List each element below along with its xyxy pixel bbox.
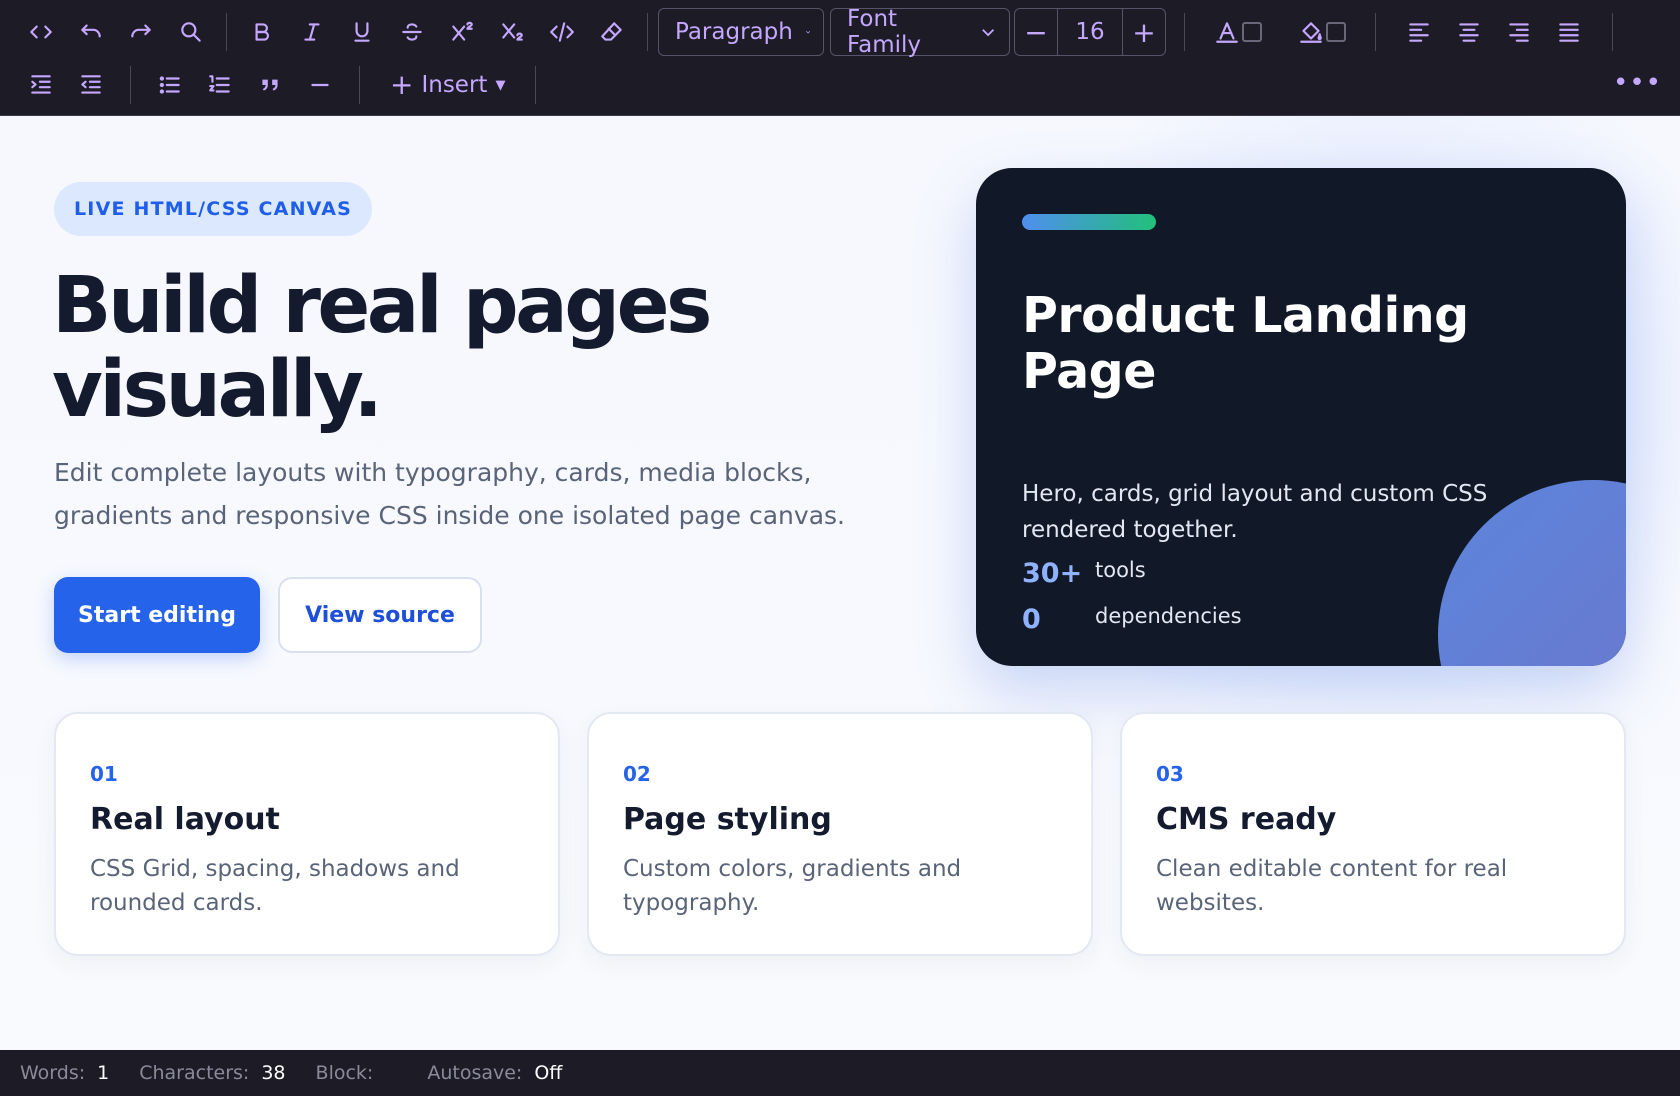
start-editing-button[interactable]: Start editing (54, 577, 260, 653)
align-center-icon[interactable] (1444, 10, 1494, 54)
insert-menu-button[interactable]: + Insert ▼ (374, 63, 521, 107)
showcase-title: Product Landing Page (1022, 287, 1469, 400)
undo-icon[interactable] (66, 10, 116, 54)
feature-number: 01 (90, 762, 118, 786)
page-canvas[interactable]: LIVE HTML/CSS CANVAS Build real pages vi… (0, 116, 1680, 1050)
feature-number: 03 (1156, 762, 1184, 786)
bold-icon[interactable] (237, 10, 287, 54)
showcase-card: Product Landing Page Hero, cards, grid l… (976, 168, 1626, 666)
bullet-list-icon[interactable] (145, 63, 195, 107)
toolbar-row-1: Paragraph Font Family − 16 + (0, 6, 1680, 58)
highlight-color-swatch (1326, 22, 1346, 42)
strikethrough-icon[interactable] (387, 10, 437, 54)
outdent-icon[interactable] (66, 63, 116, 107)
toolbar-row-2: + Insert ▼ (0, 59, 1680, 111)
search-icon[interactable] (166, 10, 216, 54)
underline-icon[interactable] (337, 10, 387, 54)
font-size-stepper: − 16 + (1014, 8, 1166, 56)
autosave-value[interactable]: Off (534, 1062, 562, 1084)
align-left-icon[interactable] (1394, 10, 1444, 54)
plus-icon: + (390, 68, 414, 101)
feature-text: Custom colors, gradients and typography. (623, 856, 962, 916)
editor-toolbar: Paragraph Font Family − 16 + + Insert ▼ … (0, 0, 1680, 116)
eyebrow-badge: LIVE HTML/CSS CANVAS (54, 182, 373, 236)
insert-label: Insert (421, 72, 488, 98)
decrease-font-size-button[interactable]: − (1015, 9, 1057, 55)
font-family-select[interactable]: Font Family (830, 6, 1010, 58)
text-color-button[interactable] (1203, 10, 1273, 54)
feature-title: Page styling (623, 802, 832, 837)
highlight-color-button[interactable] (1287, 10, 1357, 54)
numbered-list-icon[interactable] (195, 63, 245, 107)
feature-text: CSS Grid, spacing, shadows and rounded c… (90, 856, 460, 916)
toolbar-divider (1612, 13, 1613, 51)
feature-text: Clean editable content for real websites… (1156, 856, 1508, 916)
font-size-input[interactable]: 16 (1057, 9, 1123, 55)
indent-icon[interactable] (16, 63, 66, 107)
view-source-button[interactable]: View source (278, 577, 482, 653)
more-options-button[interactable]: ••• (1613, 68, 1662, 98)
caret-down-icon: ▼ (495, 77, 506, 93)
stat-value: 30+ (1022, 558, 1083, 589)
block-format-select[interactable]: Paragraph (658, 8, 824, 56)
horizontal-rule-icon[interactable] (295, 63, 345, 107)
toolbar-divider (359, 66, 360, 104)
feature-card: 03 CMS ready Clean editable content for … (1120, 712, 1626, 956)
italic-icon[interactable] (287, 10, 337, 54)
toolbar-divider (1184, 13, 1185, 51)
characters-count: 38 (261, 1062, 286, 1084)
hero-lead: Edit complete layouts with typography, c… (54, 458, 845, 530)
stat-label: dependencies (1095, 604, 1242, 628)
feature-number: 02 (623, 762, 651, 786)
chevron-down-icon (805, 31, 810, 34)
toolbar-divider (130, 66, 131, 104)
redo-icon[interactable] (116, 10, 166, 54)
words-count: 1 (97, 1062, 110, 1084)
source-code-icon[interactable] (16, 10, 66, 54)
status-bar: Words: 1 Characters: 38 Block: Autosave:… (0, 1050, 1680, 1096)
eraser-icon[interactable] (587, 10, 637, 54)
words-label: Words: (20, 1062, 86, 1084)
text-color-swatch (1242, 22, 1262, 42)
toolbar-divider (647, 13, 648, 51)
autosave-label: Autosave: (427, 1062, 523, 1084)
font-family-value: Font Family (847, 6, 922, 58)
feature-title: CMS ready (1156, 802, 1337, 837)
superscript-icon[interactable] (437, 10, 487, 54)
block-label: Block: (315, 1062, 374, 1084)
feature-title: Real layout (90, 802, 280, 837)
characters-label: Characters: (139, 1062, 250, 1084)
toolbar-divider (535, 66, 537, 104)
toolbar-divider (226, 13, 227, 51)
hero-title: Build real pages visually. (52, 261, 712, 435)
increase-font-size-button[interactable]: + (1123, 9, 1165, 55)
align-justify-icon[interactable] (1544, 10, 1594, 54)
inline-code-icon[interactable] (537, 10, 587, 54)
stat-label: tools (1095, 558, 1146, 582)
block-format-value: Paragraph (675, 19, 793, 45)
text-color-icon (1216, 22, 1238, 43)
blockquote-icon[interactable] (245, 63, 295, 107)
gradient-accent-bar (1022, 214, 1156, 230)
feature-card: 01 Real layout CSS Grid, spacing, shadow… (54, 712, 560, 956)
chevron-down-icon (981, 29, 994, 37)
feature-card: 02 Page styling Custom colors, gradients… (587, 712, 1093, 956)
align-right-icon[interactable] (1494, 10, 1544, 54)
subscript-icon[interactable] (487, 10, 537, 54)
fill-bucket-icon (1300, 22, 1322, 43)
stat-value: 0 (1022, 604, 1041, 635)
toolbar-divider (1375, 13, 1376, 51)
